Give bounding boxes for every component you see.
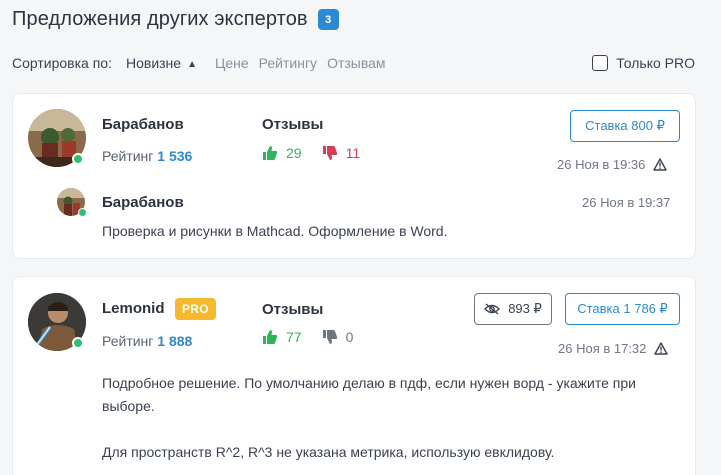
sort-option-price[interactable]: Цене [215, 55, 249, 71]
sort-bar: Сортировка по: Новизне ▲ Цене Рейтингу От… [12, 54, 695, 72]
thumbs-down-icon [322, 330, 337, 344]
message-text: Подробное решение. По умолчанию делаю в … [102, 375, 636, 391]
offers-header: Предложения других экспертов 3 [12, 8, 339, 31]
thumbs-down-icon [322, 146, 337, 160]
offer-card: Lemonid PRO Рейтинг 1 888 Отзывы 77 0 89… [12, 276, 696, 475]
expert-name[interactable]: Lemonid [102, 300, 165, 317]
thumbs-up-icon [263, 146, 278, 160]
expert-rating: Рейтинг 1 536 [102, 148, 193, 164]
price-button[interactable]: 893 ₽ [474, 293, 552, 325]
offer-card: Барабанов Рейтинг 1 536 Отзывы 29 11 Ста… [12, 93, 696, 259]
message-text: Для пространств R^2, R^3 не указана метр… [102, 444, 555, 460]
reviews-counts[interactable]: 29 11 [262, 145, 360, 161]
pro-only-checkbox[interactable] [592, 55, 609, 71]
bid-button[interactable]: Ставка 800 ₽ [570, 110, 680, 142]
online-indicator [72, 337, 84, 349]
message-avatar[interactable] [57, 188, 87, 217]
online-indicator [78, 208, 87, 217]
sort-option-rating[interactable]: Рейтингу [259, 55, 317, 71]
warning-icon[interactable] [654, 342, 669, 355]
offers-count-badge: 3 [317, 9, 339, 30]
offer-timestamp: 26 Ноя в 19:36 [557, 157, 668, 172]
avatar[interactable] [28, 293, 86, 351]
thumbs-up-icon [263, 330, 278, 344]
eye-icon [484, 303, 501, 315]
page-title: Предложения других экспертов [12, 8, 308, 30]
reviews-counts[interactable]: 77 0 [262, 329, 353, 345]
sort-option-reviews[interactable]: Отзывам [327, 55, 385, 71]
message-author[interactable]: Барабанов [102, 194, 184, 211]
offer-timestamp: 26 Ноя в 17:32 [558, 341, 669, 356]
caret-up-icon: ▲ [187, 59, 197, 70]
message-timestamp: 26 Ноя в 19:37 [582, 195, 671, 210]
pro-only-label: Только PRO [616, 55, 695, 71]
expert-rating: Рейтинг 1 888 [102, 333, 193, 349]
sort-option-newest[interactable]: Новизне ▲ [126, 55, 205, 71]
avatar[interactable] [28, 109, 86, 167]
bid-button[interactable]: Ставка 1 786 ₽ [565, 293, 680, 325]
pro-only-toggle[interactable]: Только PRO [592, 55, 695, 71]
online-indicator [72, 153, 84, 165]
pro-badge: PRO [175, 298, 216, 320]
expert-name[interactable]: Барабанов [102, 116, 184, 133]
message-text: Проверка и рисунки в Mathcad. Оформление… [102, 223, 448, 239]
message-text: выборе. [102, 398, 155, 414]
warning-icon[interactable] [653, 158, 668, 171]
reviews-title: Отзывы [262, 301, 324, 318]
reviews-title: Отзывы [262, 116, 324, 133]
sort-label: Сортировка по: [12, 55, 112, 71]
